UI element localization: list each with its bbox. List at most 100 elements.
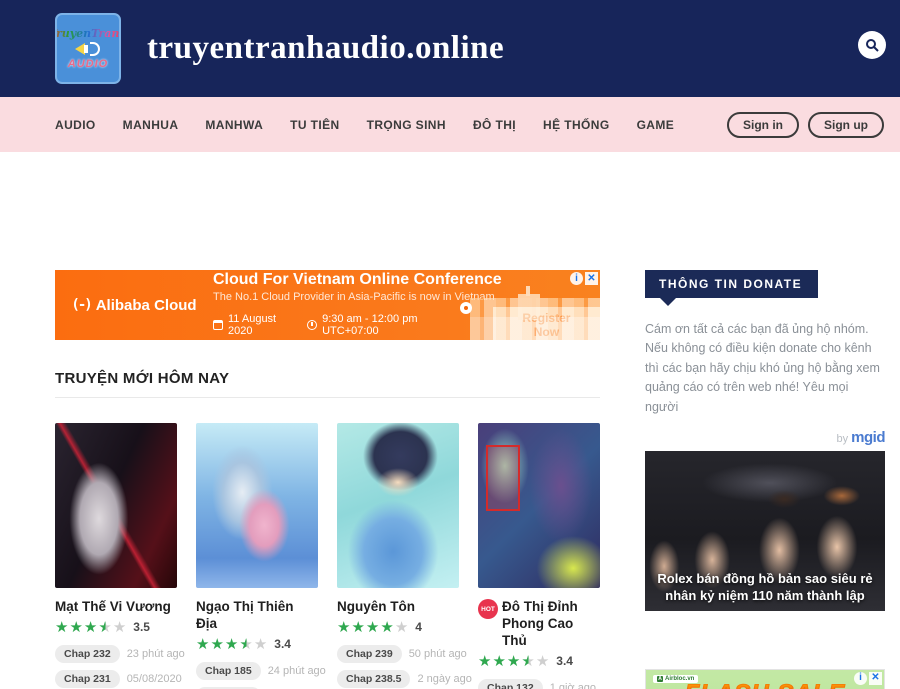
comics-grid: Mạt Thế Vi Vương ★★★★★3.5 Chap 23223 phú… xyxy=(55,423,600,689)
clock-icon xyxy=(307,320,317,330)
chapter-badge[interactable]: Chap 238.5 xyxy=(337,670,410,688)
ad-close-icon[interactable]: ✕ xyxy=(869,672,882,685)
main-column: (-) Alibaba Cloud Cloud For Vietnam Onli… xyxy=(55,270,600,689)
star-icon: ★ xyxy=(196,637,209,652)
star-icon: ★ xyxy=(225,637,238,652)
star-icon: ★ xyxy=(478,654,491,669)
donate-message: Cám ơn tất cả các bạn đã ủng hộ nhóm. Nế… xyxy=(645,320,885,417)
city-skyline-illustration xyxy=(470,298,600,340)
star-icon: ★ xyxy=(98,620,111,635)
search-icon xyxy=(865,38,879,52)
comic-card: Ngạo Thị Thiên Địa ★★★★★3.4 Chap 18524 p… xyxy=(196,423,318,689)
star-icon: ★ xyxy=(239,637,252,652)
nav-item-manhua[interactable]: MANHUA xyxy=(123,118,179,132)
star-icon: ★ xyxy=(55,620,68,635)
ad-close-icon[interactable]: ✕ xyxy=(585,272,598,285)
chapter-time: 05/08/2020 xyxy=(127,673,182,685)
comic-title[interactable]: Mạt Thế Vi Vương xyxy=(55,599,171,616)
rating-value: 3.5 xyxy=(133,620,150,634)
site-logo[interactable]: TruyenTranh AUDIO xyxy=(55,13,121,84)
star-icon: ★ xyxy=(366,620,379,635)
star-icon: ★ xyxy=(84,620,97,635)
hot-badge: HOT xyxy=(478,599,498,619)
main-nav: AUDIO MANHUA MANHWA TU TIÊN TRỌNG SINH ĐÔ THỊ… xyxy=(0,97,900,152)
mgid-by-label: by xyxy=(836,433,848,445)
comic-card: Mạt Thế Vi Vương ★★★★★3.5 Chap 23223 phú… xyxy=(55,423,177,689)
nav-item-trọng-sinh[interactable]: TRỌNG SINH xyxy=(367,118,446,132)
nav-item-manhwa[interactable]: MANHWA xyxy=(205,118,263,132)
star-icon: ★ xyxy=(351,620,364,635)
alibaba-logo-icon: (-) xyxy=(71,297,90,313)
ad-date: 11 August 2020 xyxy=(228,313,302,337)
chapter-list: Chap 23950 phút agoChap 238.52 ngày ago xyxy=(337,645,459,688)
chapter-time: 1 giờ ago xyxy=(550,682,596,689)
chapter-badge[interactable]: Chap 231 xyxy=(55,670,120,688)
chapter-list: Chap 18524 phút agoChap 1843 ngày ago xyxy=(196,662,318,689)
ad-title: Cloud For Vietnam Online Conference xyxy=(213,271,600,289)
ad-info-icon[interactable]: i xyxy=(854,672,867,685)
donate-section-title: THÔNG TIN DONATE xyxy=(645,270,818,298)
adchoices-controls: i ✕ xyxy=(570,272,598,285)
comic-title[interactable]: Đô Thị Đỉnh Phong Cao Thủ xyxy=(502,599,600,650)
star-icon: ★ xyxy=(210,637,223,652)
rating-value: 3.4 xyxy=(556,654,573,668)
comic-cover[interactable] xyxy=(196,423,318,588)
comic-card: Nguyên Tôn ★★★★★4 Chap 23950 phút agoCha… xyxy=(337,423,459,689)
star-rating: ★★★★★4 xyxy=(337,620,459,635)
star-icon: ★ xyxy=(113,620,126,635)
star-icon: ★ xyxy=(380,620,393,635)
star-icon: ★ xyxy=(492,654,505,669)
nav-item-tu-tiên[interactable]: TU TIÊN xyxy=(290,118,339,132)
chapter-badge[interactable]: Chap 132 xyxy=(478,679,543,689)
mgid-attribution: by mgid xyxy=(645,429,885,446)
chapter-time: 24 phút ago xyxy=(268,665,326,677)
site-title: truyentranhaudio.online xyxy=(147,30,504,67)
star-icon: ★ xyxy=(337,620,350,635)
logo-text-bottom: AUDIO xyxy=(68,58,108,70)
chapter-time: 23 phút ago xyxy=(127,648,185,660)
nav-item-hệ-thống[interactable]: HỆ THỐNG xyxy=(543,118,610,132)
ad-info-icon[interactable]: i xyxy=(570,272,583,285)
native-ad-caption: Rolex bán đồng hồ bản sao siêu rẻ nhân k… xyxy=(645,571,885,605)
chapter-badge[interactable]: Chap 185 xyxy=(196,662,261,680)
comic-cover[interactable] xyxy=(478,423,600,588)
chapter-badge[interactable]: Chap 239 xyxy=(337,645,402,663)
star-icon: ★ xyxy=(395,620,408,635)
flash-sale-ad[interactable]: A Airbloc.vn i ✕ FLASH SALE XEM NGAY xyxy=(645,669,885,689)
star-rating: ★★★★★3.4 xyxy=(478,654,600,669)
comic-cover[interactable] xyxy=(55,423,177,588)
chapter-list: Chap 1321 giờ agoChap 13105/08/2020 xyxy=(478,679,600,689)
nav-item-đô-thị[interactable]: ĐÔ THỊ xyxy=(473,118,516,132)
nav-item-audio[interactable]: AUDIO xyxy=(55,118,96,132)
calendar-icon xyxy=(213,320,223,330)
comic-title[interactable]: Ngạo Thị Thiên Địa xyxy=(196,599,318,633)
comic-cover[interactable] xyxy=(337,423,459,588)
alibaba-brand-text: Alibaba Cloud xyxy=(96,297,197,314)
chapter-time: 50 phút ago xyxy=(409,648,467,660)
star-icon: ★ xyxy=(507,654,520,669)
star-icon: ★ xyxy=(521,654,534,669)
nav-item-game[interactable]: GAME xyxy=(637,118,675,132)
advertiser-logo-icon: A xyxy=(657,676,663,682)
sign-up-button[interactable]: Sign up xyxy=(808,112,884,138)
sign-in-button[interactable]: Sign in xyxy=(727,112,799,138)
advertiser-name: Airbloc.vn xyxy=(665,676,694,682)
star-icon: ★ xyxy=(69,620,82,635)
section-title-new-today: TRUYỆN MỚI HÔM NAY xyxy=(55,370,600,398)
logo-text-top: TruyenTranh xyxy=(55,27,121,40)
chapter-time: 2 ngày ago xyxy=(417,673,471,685)
alibaba-ad-banner[interactable]: (-) Alibaba Cloud Cloud For Vietnam Onli… xyxy=(55,270,600,340)
search-button[interactable] xyxy=(858,31,886,59)
auth-buttons: Sign in Sign up xyxy=(727,112,884,138)
mgid-logo[interactable]: mgid xyxy=(851,429,885,446)
advertiser-chip: A Airbloc.vn xyxy=(653,675,698,683)
nav-menu: AUDIO MANHUA MANHWA TU TIÊN TRỌNG SINH ĐÔ THỊ… xyxy=(55,118,701,132)
comic-title[interactable]: Nguyên Tôn xyxy=(337,599,415,616)
chapter-list: Chap 23223 phút agoChap 23105/08/2020 xyxy=(55,645,177,688)
native-ad-image[interactable]: Rolex bán đồng hồ bản sao siêu rẻ nhân k… xyxy=(645,451,885,611)
sidebar: THÔNG TIN DONATE Cám ơn tất cả các bạn đ… xyxy=(645,270,885,689)
alibaba-logo: (-) Alibaba Cloud xyxy=(55,297,213,314)
comic-card: HOT Đô Thị Đỉnh Phong Cao Thủ ★★★★★3.4 C… xyxy=(478,423,600,689)
star-icon: ★ xyxy=(536,654,549,669)
chapter-badge[interactable]: Chap 232 xyxy=(55,645,120,663)
